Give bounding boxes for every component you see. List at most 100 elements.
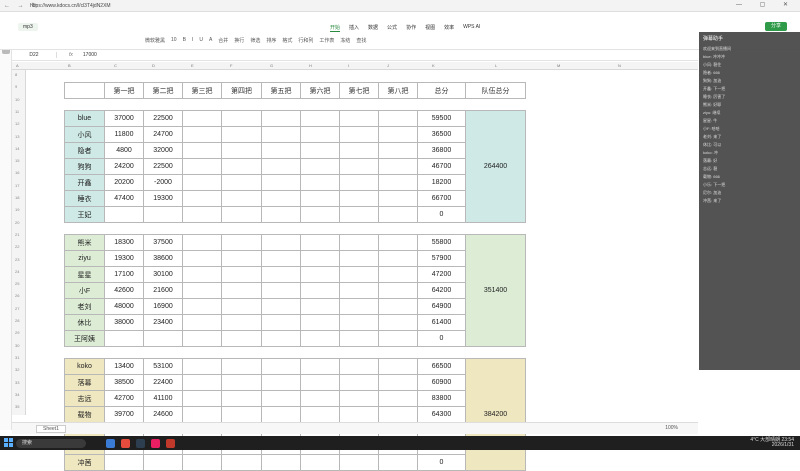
- empty-cell[interactable]: [104, 346, 144, 359]
- steam-app-icon[interactable]: [136, 438, 145, 448]
- round-cell[interactable]: [339, 282, 379, 299]
- round-cell[interactable]: [182, 266, 222, 283]
- row-header[interactable]: 16: [15, 170, 19, 175]
- player-name-cell[interactable]: 老刘: [64, 298, 105, 315]
- round-cell[interactable]: [182, 158, 222, 175]
- round-2-cell[interactable]: 22400: [143, 374, 183, 391]
- round-cell[interactable]: [339, 190, 379, 207]
- round-cell[interactable]: [182, 206, 222, 223]
- empty-cell[interactable]: [182, 346, 222, 359]
- round-cell[interactable]: [182, 374, 222, 391]
- row-header[interactable]: 19: [15, 207, 19, 212]
- tab-start[interactable]: 开始: [330, 24, 341, 32]
- round-cell[interactable]: [261, 406, 301, 423]
- round-cell[interactable]: [261, 142, 301, 159]
- round-cell[interactable]: [378, 298, 418, 315]
- team-total-cell[interactable]: 264400: [465, 110, 526, 223]
- round-cell[interactable]: [378, 266, 418, 283]
- empty-cell[interactable]: [143, 346, 183, 359]
- tab-data[interactable]: 数据: [368, 24, 378, 32]
- row-header[interactable]: 11: [15, 109, 19, 114]
- round-cell[interactable]: [261, 126, 301, 143]
- column-header[interactable]: E: [191, 63, 194, 68]
- header-cell[interactable]: 第一把: [104, 82, 144, 99]
- round-cell[interactable]: [261, 190, 301, 207]
- row-header[interactable]: 33: [15, 380, 19, 385]
- player-total-cell[interactable]: 66500: [417, 358, 466, 375]
- tab-formula[interactable]: 公式: [387, 24, 397, 32]
- round-1-cell[interactable]: 19300: [104, 250, 144, 267]
- row-header[interactable]: 8: [15, 72, 17, 77]
- round-cell[interactable]: [378, 190, 418, 207]
- row-header[interactable]: 21: [15, 232, 19, 237]
- round-cell[interactable]: [182, 314, 222, 331]
- wrap-button[interactable]: 换行: [234, 37, 244, 44]
- column-header[interactable]: K: [432, 63, 435, 68]
- round-1-cell[interactable]: 48000: [104, 298, 144, 315]
- round-cell[interactable]: [378, 454, 418, 471]
- round-cell[interactable]: [182, 358, 222, 375]
- round-1-cell[interactable]: 13400: [104, 358, 144, 375]
- round-cell[interactable]: [182, 234, 222, 251]
- row-header[interactable]: 27: [15, 306, 19, 311]
- round-cell[interactable]: [261, 266, 301, 283]
- player-name-cell[interactable]: 休比: [64, 314, 105, 331]
- column-header[interactable]: M: [557, 63, 560, 68]
- round-cell[interactable]: [378, 282, 418, 299]
- row-header[interactable]: 13: [15, 134, 19, 139]
- empty-cell[interactable]: [417, 222, 466, 235]
- row-header[interactable]: 29: [15, 330, 19, 335]
- underline-button[interactable]: U: [199, 37, 203, 44]
- round-cell[interactable]: [339, 266, 379, 283]
- row-header[interactable]: 24: [15, 269, 19, 274]
- round-cell[interactable]: [221, 174, 262, 191]
- round-cell[interactable]: [339, 206, 379, 223]
- sort-button[interactable]: 排序: [266, 37, 276, 44]
- empty-cell[interactable]: [261, 346, 301, 359]
- sheet-tab[interactable]: Sheet1: [36, 425, 66, 433]
- row-header[interactable]: 12: [15, 121, 19, 126]
- row-col-button[interactable]: 行和列: [298, 37, 313, 44]
- chrome-app-icon[interactable]: [121, 438, 130, 448]
- player-total-cell[interactable]: 61400: [417, 314, 466, 331]
- italic-button[interactable]: I: [192, 37, 193, 44]
- header-cell[interactable]: 第二把: [143, 82, 183, 99]
- round-2-cell[interactable]: 19300: [143, 190, 183, 207]
- row-header[interactable]: 25: [15, 281, 19, 286]
- round-cell[interactable]: [300, 330, 340, 347]
- row-header[interactable]: 17: [15, 183, 19, 188]
- filter-button[interactable]: 筛选: [250, 37, 260, 44]
- round-cell[interactable]: [339, 314, 379, 331]
- round-cell[interactable]: [182, 454, 222, 471]
- round-cell[interactable]: [261, 174, 301, 191]
- round-cell[interactable]: [261, 110, 301, 127]
- row-header[interactable]: 10: [15, 97, 19, 102]
- round-cell[interactable]: [378, 406, 418, 423]
- empty-cell[interactable]: [64, 98, 105, 111]
- round-cell[interactable]: [261, 158, 301, 175]
- header-cell[interactable]: 总分: [417, 82, 466, 99]
- round-1-cell[interactable]: [104, 454, 144, 471]
- empty-cell[interactable]: [378, 346, 418, 359]
- round-cell[interactable]: [300, 110, 340, 127]
- round-2-cell[interactable]: [143, 206, 183, 223]
- player-name-cell[interactable]: 载物: [64, 406, 105, 423]
- round-cell[interactable]: [221, 234, 262, 251]
- font-color-button[interactable]: A: [209, 37, 212, 44]
- round-cell[interactable]: [261, 390, 301, 407]
- app-icon[interactable]: [151, 438, 160, 448]
- zoom-level[interactable]: 100%: [665, 425, 678, 431]
- header-cell[interactable]: 第五把: [261, 82, 301, 99]
- round-cell[interactable]: [221, 314, 262, 331]
- player-total-cell[interactable]: 55800: [417, 234, 466, 251]
- empty-cell[interactable]: [64, 346, 105, 359]
- round-cell[interactable]: [300, 174, 340, 191]
- column-header[interactable]: A: [16, 63, 19, 68]
- round-cell[interactable]: [300, 314, 340, 331]
- formula-input[interactable]: 17000: [83, 52, 97, 58]
- header-cell[interactable]: 第四把: [221, 82, 262, 99]
- player-total-cell[interactable]: 64900: [417, 298, 466, 315]
- empty-cell[interactable]: [143, 222, 183, 235]
- round-cell[interactable]: [221, 206, 262, 223]
- round-cell[interactable]: [221, 250, 262, 267]
